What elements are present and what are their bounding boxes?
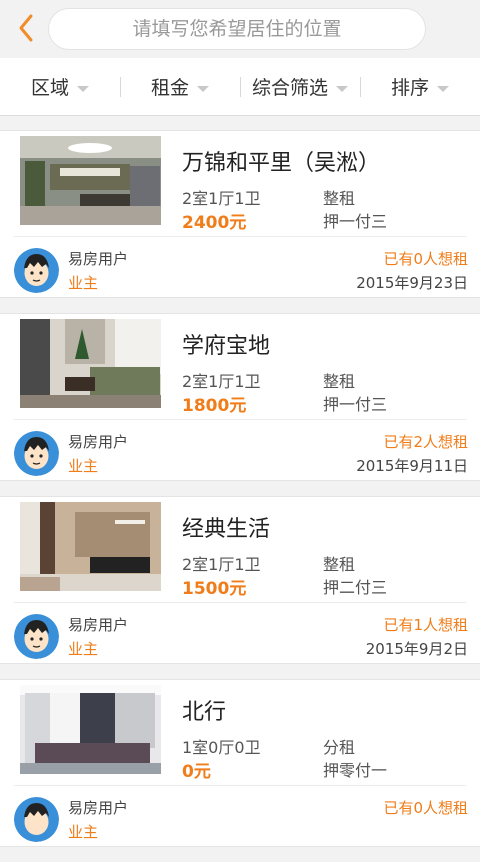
listing-user: 易房用户 — [68, 616, 129, 634]
listing-role: 业主 — [68, 823, 99, 841]
listing-payment: 押一付三 — [323, 395, 388, 414]
filter-rent[interactable]: 租金 — [120, 58, 240, 115]
listing-layout: 1室0厅0卫 — [182, 738, 261, 757]
filter-sort-label: 排序 — [390, 77, 429, 99]
filter-comprehensive-label: 综合筛选 — [251, 77, 328, 99]
listing-rent-type: 分租 — [323, 738, 356, 757]
listing-date: 2015年9月2日 — [365, 640, 468, 658]
filter-sort[interactable]: 排序 — [360, 58, 480, 115]
listing-rent-type: 整租 — [323, 555, 356, 574]
divider — [14, 602, 466, 603]
listing-payment: 押一付三 — [323, 212, 388, 231]
top-bar — [0, 0, 480, 58]
listing-card[interactable]: 经典生活 2室1厅1卫 1500元 整租 押二付三 易房用户 业主 已有1人想租… — [0, 496, 480, 664]
filter-area[interactable]: 区域 — [0, 58, 120, 115]
listing-role: 业主 — [68, 640, 99, 658]
listing-wanted-count: 已有1人想租 — [383, 616, 468, 634]
listing-date: 2015年9月23日 — [356, 274, 468, 292]
listing-price: 2400元 — [182, 213, 247, 233]
listing-wanted-count: 已有2人想租 — [383, 433, 468, 451]
listing-title: 万锦和平里（吴淞） — [182, 151, 381, 176]
listing-photo — [20, 685, 161, 774]
avatar — [14, 431, 59, 476]
filter-area-label: 区域 — [30, 77, 69, 99]
listing-card[interactable]: 学府宝地 2室1厅1卫 1800元 整租 押一付三 易房用户 业主 已有2人想租… — [0, 313, 480, 481]
avatar — [14, 248, 59, 293]
filter-comprehensive[interactable]: 综合筛选 — [240, 58, 360, 115]
listing-role: 业主 — [68, 274, 99, 292]
listing-title: 学府宝地 — [182, 334, 271, 359]
listing-user: 易房用户 — [68, 799, 129, 817]
search-input[interactable] — [77, 18, 397, 40]
listing-card[interactable]: 万锦和平里（吴淞） 2室1厅1卫 2400元 整租 押一付三 易房用户 业主 已… — [0, 130, 480, 298]
divider — [14, 785, 466, 786]
caret-down-icon — [437, 85, 449, 92]
divider — [14, 236, 466, 237]
search-box[interactable] — [48, 8, 426, 50]
caret-down-icon — [336, 85, 348, 92]
filter-rent-label: 租金 — [150, 77, 189, 99]
listing-payment: 押二付三 — [323, 578, 388, 597]
listing-title: 经典生活 — [182, 517, 271, 542]
listing-photo — [20, 502, 161, 591]
listing-price: 1800元 — [182, 396, 247, 416]
listing-layout: 2室1厅1卫 — [182, 189, 261, 208]
listing-wanted-count: 已有0人想租 — [383, 799, 468, 817]
listing-date: 2015年9月11日 — [356, 457, 468, 475]
listing-photo — [20, 319, 161, 408]
listing-user: 易房用户 — [68, 433, 129, 451]
listing-layout: 2室1厅1卫 — [182, 372, 261, 391]
caret-down-icon — [77, 85, 89, 92]
filter-bar: 区域 租金 综合筛选 排序 — [0, 58, 480, 116]
listing-user: 易房用户 — [68, 250, 129, 268]
listing-title: 北行 — [182, 700, 227, 725]
avatar — [14, 797, 59, 842]
listing-rent-type: 整租 — [323, 372, 356, 391]
listing-price: 0元 — [182, 762, 211, 782]
caret-down-icon — [197, 85, 209, 92]
listing-wanted-count: 已有0人想租 — [383, 250, 468, 268]
listing-photo — [20, 136, 161, 225]
listing-rent-type: 整租 — [323, 189, 356, 208]
back-arrow-icon[interactable] — [14, 12, 40, 44]
listing-price: 1500元 — [182, 579, 247, 599]
listing-layout: 2室1厅1卫 — [182, 555, 261, 574]
listing-card[interactable]: 北行 1室0厅0卫 0元 分租 押零付一 易房用户 业主 已有0人想租 — [0, 679, 480, 847]
avatar — [14, 614, 59, 659]
divider — [14, 419, 466, 420]
listing-payment: 押零付一 — [323, 761, 388, 780]
listing-list: 万锦和平里（吴淞） 2室1厅1卫 2400元 整租 押一付三 易房用户 业主 已… — [0, 130, 480, 862]
listing-role: 业主 — [68, 457, 99, 475]
